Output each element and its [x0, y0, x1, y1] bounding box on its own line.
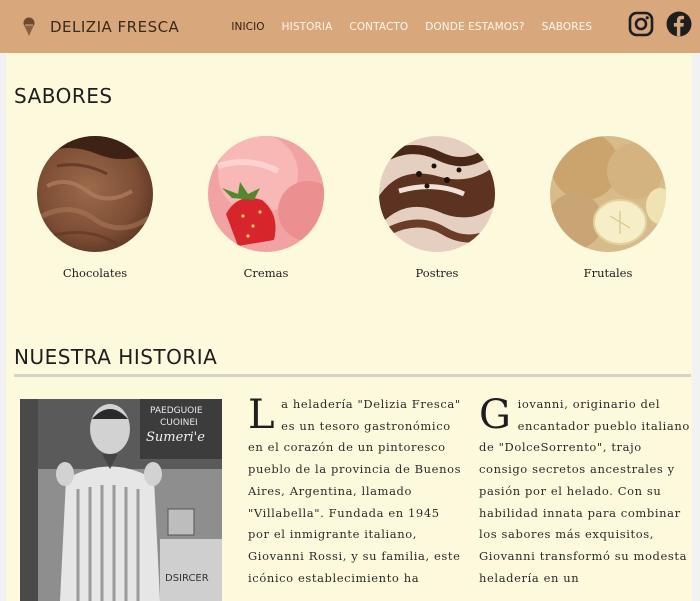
historia-title: NUESTRA HISTORIA: [14, 345, 218, 369]
dropcap: G: [479, 392, 512, 438]
flavor-card-chocolates[interactable]: Chocolates: [25, 136, 165, 280]
svg-text:PAEDGUOIE: PAEDGUOIE: [150, 406, 203, 416]
flavor-label: Chocolates: [62, 266, 128, 280]
flavor-card-postres[interactable]: Postres: [367, 136, 507, 280]
instagram-icon[interactable]: [628, 11, 654, 37]
dessert-swirl-ice-cream-image[interactable]: [379, 136, 495, 252]
dropcap: L: [248, 392, 276, 438]
flavor-card-frutales[interactable]: Frutales: [538, 136, 678, 280]
svg-text:Sumeri'e: Sumeri'e: [146, 430, 205, 445]
flavor-label: Postres: [415, 266, 459, 280]
navbar: DELIZIA FRESCA INICIO HISTORIA CONTACTO …: [0, 0, 700, 53]
history-column-2: Giovanni, originario del encantador pueb…: [479, 394, 693, 589]
vintage-ice-cream-maker-photo: PAEDGUOIE CUOINEI Sumeri'e DSIRCER: [20, 399, 222, 601]
section-divider: [14, 374, 691, 377]
flavor-card-cremas[interactable]: Cremas: [196, 136, 336, 280]
flavor-label: Cremas: [243, 266, 289, 280]
ice-cream-icon: [23, 17, 35, 36]
history-column-1: La heladería "Delizia Fresca" es un teso…: [248, 394, 464, 589]
flavor-label: Frutales: [583, 266, 633, 280]
nav-contacto[interactable]: CONTACTO: [349, 21, 408, 33]
facebook-icon[interactable]: [666, 11, 692, 37]
history-paragraph: a heladería "Delizia Fresca" es un tesor…: [248, 397, 462, 585]
strawberry-ice-cream-image[interactable]: [208, 136, 324, 252]
social-links: [616, 11, 692, 37]
nav-historia[interactable]: HISTORIA: [282, 21, 333, 33]
banana-ice-cream-image[interactable]: [550, 136, 666, 252]
nav-inicio[interactable]: INICIO: [231, 21, 264, 33]
svg-text:CUOINEI: CUOINEI: [160, 418, 198, 428]
brand[interactable]: DELIZIA FRESCA: [22, 17, 179, 37]
main-nav: INICIO HISTORIA CONTACTO DONDE ESTAMOS? …: [231, 21, 609, 33]
nav-sabores[interactable]: SABORES: [542, 21, 593, 33]
brand-name: DELIZIA FRESCA: [50, 17, 180, 36]
nav-donde-estamos[interactable]: DONDE ESTAMOS?: [425, 21, 524, 33]
chocolate-ice-cream-image[interactable]: [37, 136, 153, 252]
page-edge-left: [0, 53, 6, 601]
svg-text:DSIRCER: DSIRCER: [165, 573, 209, 584]
sabores-title: SABORES: [14, 84, 113, 108]
page-edge-right: [692, 53, 700, 601]
